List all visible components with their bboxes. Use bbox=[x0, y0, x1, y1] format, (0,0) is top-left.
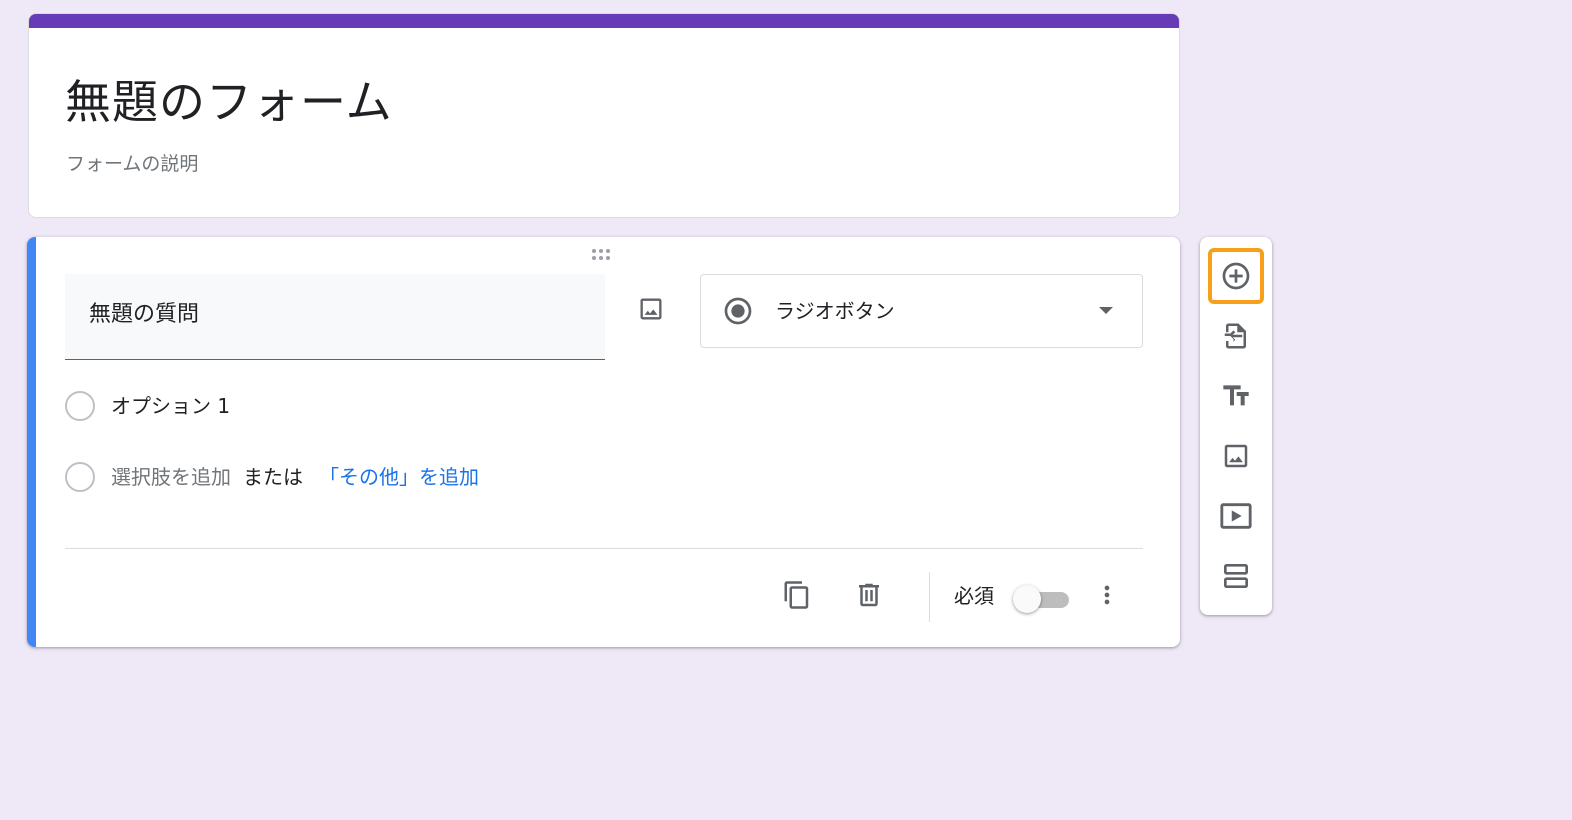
question-type-label: ラジオボタン bbox=[775, 299, 895, 323]
toggle-thumb bbox=[1013, 585, 1041, 613]
question-type-dropdown[interactable]: ラジオボタン bbox=[700, 274, 1143, 348]
option-label[interactable]: オプション 1 bbox=[111, 391, 230, 421]
active-question-indicator bbox=[27, 237, 36, 647]
add-image-to-question-button[interactable] bbox=[631, 289, 671, 329]
question-footer-divider bbox=[65, 548, 1143, 549]
add-other-option-button[interactable]: 「その他」を追加 bbox=[319, 465, 479, 489]
add-circle-icon bbox=[1220, 260, 1252, 292]
text-fields-icon bbox=[1220, 380, 1252, 412]
question-title-field[interactable]: 無題の質問 bbox=[65, 274, 605, 360]
image-icon bbox=[637, 295, 665, 323]
question-title[interactable]: 無題の質問 bbox=[89, 300, 199, 330]
duplicate-question-button[interactable] bbox=[777, 575, 817, 615]
form-header-card[interactable]: 無題のフォーム フォームの説明 bbox=[28, 13, 1180, 218]
arrow-drop-down-icon bbox=[1097, 306, 1115, 316]
import-questions-button[interactable] bbox=[1208, 308, 1264, 364]
add-section-button[interactable] bbox=[1208, 548, 1264, 604]
import-file-icon bbox=[1221, 321, 1251, 351]
drag-handle-icon[interactable] bbox=[591, 248, 617, 262]
video-icon bbox=[1219, 499, 1253, 533]
radio-option-circle bbox=[65, 391, 95, 421]
radio-option-circle bbox=[65, 462, 95, 492]
form-accent-bar bbox=[29, 14, 1179, 28]
add-question-button[interactable] bbox=[1208, 248, 1264, 304]
form-floating-toolbar bbox=[1200, 237, 1272, 615]
delete-question-button[interactable] bbox=[849, 575, 889, 615]
footer-vertical-divider bbox=[929, 572, 930, 622]
add-video-button[interactable] bbox=[1208, 488, 1264, 544]
image-icon bbox=[1221, 441, 1251, 471]
question-card[interactable]: 無題の質問 ラジオボタン オプション 1 選択肢を追加または「その他」を追加 bbox=[27, 237, 1180, 647]
copy-icon bbox=[782, 580, 812, 610]
radio-button-icon bbox=[722, 295, 754, 327]
section-icon bbox=[1220, 560, 1252, 592]
option-row[interactable]: オプション 1 bbox=[65, 389, 465, 423]
add-title-description-button[interactable] bbox=[1208, 368, 1264, 424]
form-description[interactable]: フォームの説明 bbox=[66, 150, 198, 178]
more-options-button[interactable] bbox=[1087, 575, 1127, 615]
delete-icon bbox=[854, 580, 884, 610]
add-image-button[interactable] bbox=[1208, 428, 1264, 484]
add-option-row: 選択肢を追加 または 「その他」を追加 bbox=[65, 460, 665, 494]
required-toggle[interactable] bbox=[1013, 584, 1071, 614]
or-text: または bbox=[243, 465, 303, 489]
form-editor-canvas: 無題のフォーム フォームの説明 無題の質問 ラジオボタン オプション 1 選択肢… bbox=[0, 0, 1572, 820]
more-vert-icon bbox=[1093, 581, 1121, 609]
form-title[interactable]: 無題のフォーム bbox=[65, 72, 393, 132]
add-option-button[interactable]: 選択肢を追加 bbox=[111, 465, 231, 489]
required-label: 必須 bbox=[954, 584, 994, 608]
